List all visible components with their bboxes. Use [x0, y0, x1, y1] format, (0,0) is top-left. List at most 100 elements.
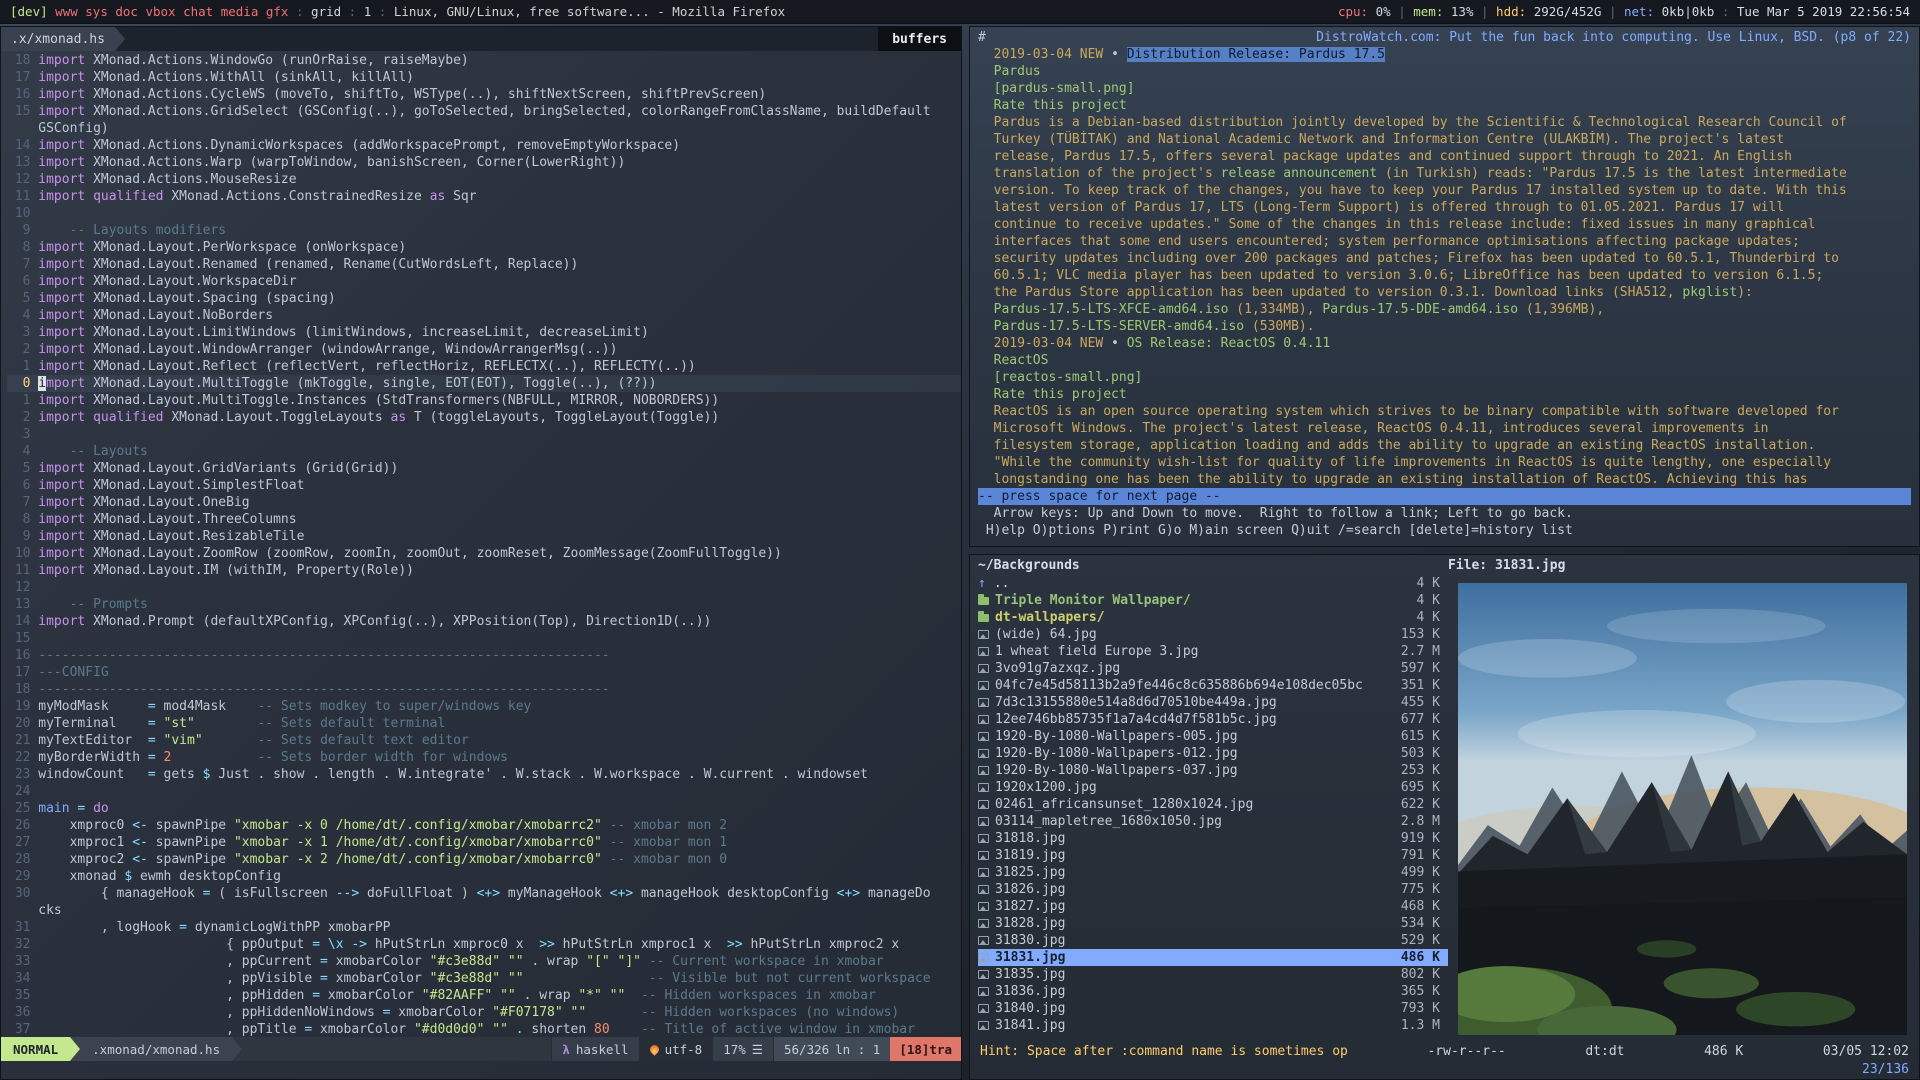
file-row[interactable]: 3vo91g7azxqz.jpg597 K: [978, 660, 1448, 677]
w-token: XMonad.Layout.SimplestFloat: [85, 478, 304, 493]
link[interactable]: Rate this project: [978, 98, 1127, 113]
link[interactable]: pkglist: [1682, 285, 1737, 300]
spacer: [994, 29, 1317, 46]
file-row[interactable]: 31818.jpg919 K: [978, 830, 1448, 847]
c-token: -- Title of active window in xmobar: [641, 1022, 915, 1037]
file-row[interactable]: 1920x1200.jpg695 K: [978, 779, 1448, 796]
file-row[interactable]: 31830.jpg529 K: [978, 932, 1448, 949]
w-token: XMonad.Actions.ConstrainedResize: [164, 189, 430, 204]
file-row[interactable]: 31819.jpg791 K: [978, 847, 1448, 864]
file-row[interactable]: 31825.jpg499 K: [978, 864, 1448, 881]
hl-token: Arrow keys: Up and Down to move. Right t…: [978, 506, 1573, 521]
link[interactable]: Pardus-17.5-DDE-amd64.iso: [1322, 302, 1518, 317]
o-token: =: [148, 733, 156, 748]
w-token: [492, 988, 500, 1003]
y-token: (in Turkish) reads: "Pardus 17.5 is the …: [1377, 166, 1847, 181]
file-row[interactable]: 1920-By-1080-Wallpapers-037.jpg253 K: [978, 762, 1448, 779]
line-number: 13: [7, 154, 30, 171]
image-icon: [978, 1004, 989, 1013]
file-row[interactable]: 7d3c13155880e514a8d6d70510be449a.jpg455 …: [978, 694, 1448, 711]
w-token: show: [265, 767, 312, 782]
file-row[interactable]: 1 wheat field Europe 3.jpg2.7 M: [978, 643, 1448, 660]
file-row[interactable]: 31840.jpg793 K: [978, 1000, 1448, 1017]
file-row[interactable]: 31828.jpg534 K: [978, 915, 1448, 932]
c-token: -- Prompts: [38, 597, 148, 612]
text-line: continue to receive updates." Some of th…: [978, 216, 1911, 233]
o-token: =: [148, 767, 156, 782]
code-line: 28 xmproc2 <- spawnPipe "xmobar -x 2 /ho…: [7, 851, 961, 868]
tiled-windows: .x/xmonad.hs buffers 18import XMonad.Act…: [0, 26, 1920, 1080]
w-token: XMonad.Layout.Spacing (spacing): [85, 291, 335, 306]
link[interactable]: Pardus: [978, 64, 1041, 79]
file-row[interactable]: 12ee746bb85735f1a7a4cd4d7f581b5c.jpg677 …: [978, 711, 1448, 728]
file-row[interactable]: 04fc7e45d58113b2a9fe446c8c635886b694e108…: [978, 677, 1448, 694]
file-row[interactable]: 31835.jpg802 K: [978, 966, 1448, 983]
link[interactable]: OS Release: ReactOS 0.4.11: [1127, 336, 1331, 351]
link[interactable]: Rate this project: [978, 387, 1127, 402]
link[interactable]: Pardus-17.5-LTS-SERVER-amd64.iso: [978, 319, 1244, 334]
vim-commandline: [1, 1061, 961, 1079]
xmobar-workspaces-and-title[interactable]: [dev] www sys doc vbox chat media gfx : …: [10, 3, 785, 20]
file-row[interactable]: 31827.jpg468 K: [978, 898, 1448, 915]
w-token: XMonad.Layout.NoBorders: [85, 308, 273, 323]
file-size: 4 K: [1417, 609, 1440, 626]
image-icon: [978, 647, 989, 656]
filemanager-window[interactable]: ~/Backgrounds File: 31831.jpg ↑..4 KTrip…: [969, 554, 1920, 1080]
y-token: ):: [1737, 285, 1753, 300]
w-token: dynamicLogWithPP xmobarPP: [187, 920, 391, 935]
c-token: -- Visible but not current workspace: [649, 971, 931, 986]
editor-window[interactable]: .x/xmonad.hs buffers 18import XMonad.Act…: [0, 26, 962, 1080]
file-name: ..: [994, 575, 1417, 592]
text-line: filesystem storage, application loading …: [978, 437, 1911, 454]
file-list[interactable]: ↑..4 KTriple Monitor Wallpaper/4 Kdt-wal…: [970, 575, 1448, 1041]
file-row[interactable]: Triple Monitor Wallpaper/4 K: [978, 592, 1448, 609]
file-row[interactable]: 31836.jpg365 K: [978, 983, 1448, 1000]
file-size: 529 K: [1401, 932, 1440, 949]
line-number: 15: [7, 103, 30, 120]
s-token: "": [610, 988, 626, 1003]
file-row[interactable]: 31831.jpg486 K: [978, 949, 1448, 966]
link[interactable]: [reactos-small.png]: [978, 370, 1142, 385]
link[interactable]: release announcement: [1221, 166, 1378, 181]
k-token: import: [38, 359, 85, 374]
file-size: 499 K: [1401, 864, 1440, 881]
file-name: dt-wallpapers/: [995, 609, 1417, 626]
w-token: manageHook desktopConfig: [633, 886, 837, 901]
y-token: Microsoft Windows. The project's latest …: [978, 421, 1769, 436]
w-token: xmonad: [38, 869, 124, 884]
file-size: 695 K: [1401, 779, 1440, 796]
browser-window[interactable]: # DistroWatch.com: Put the fun back into…: [969, 26, 1920, 547]
text-line: 60.5.1; VLC media player has been update…: [978, 267, 1911, 284]
lines-icon: ☰: [752, 1041, 763, 1058]
file-row[interactable]: (wide) 64.jpg153 K: [978, 626, 1448, 643]
file-row[interactable]: 03114_mapletree_1680x1050.jpg2.8 M: [978, 813, 1448, 830]
file-row[interactable]: 02461_africansunset_1280x1024.jpg622 K: [978, 796, 1448, 813]
text-line: Pardus is a Debian-based distribution jo…: [978, 114, 1911, 131]
file-row[interactable]: ↑..4 K: [978, 575, 1448, 592]
file-name: 31830.jpg: [995, 932, 1401, 949]
selected-link[interactable]: Distribution Release: Pardus 17.5: [1127, 47, 1385, 62]
file-row[interactable]: 1920-By-1080-Wallpapers-012.jpg503 K: [978, 745, 1448, 762]
file-row[interactable]: 1920-By-1080-Wallpapers-005.jpg615 K: [978, 728, 1448, 745]
code-line: 13 -- Prompts: [7, 596, 961, 613]
line-number: 1: [7, 392, 30, 409]
file-size: 351 K: [1401, 677, 1440, 694]
vim-tab[interactable]: .x/xmonad.hs: [1, 27, 115, 51]
link[interactable]: Pardus-17.5-LTS-XFCE-amd64.iso: [978, 302, 1228, 317]
image-preview-panel: [1448, 575, 1919, 1041]
link[interactable]: ReactOS: [978, 353, 1048, 368]
line-number: 12: [7, 171, 30, 188]
text-line: the Pardus Store application has been up…: [978, 284, 1911, 301]
file-row[interactable]: 31826.jpg775 K: [978, 881, 1448, 898]
file-row[interactable]: 31841.jpg1.3 M: [978, 1017, 1448, 1034]
k-token: import qualified: [38, 189, 163, 204]
file-row[interactable]: dt-wallpapers/4 K: [978, 609, 1448, 626]
text-line: Pardus-17.5-LTS-XFCE-amd64.iso (1,334MB)…: [978, 301, 1911, 318]
y-token: 60.5.1; VLC media player has been update…: [978, 268, 1823, 283]
w-token: XMonad.Layout.ResizableTile: [85, 529, 304, 544]
o-token: =: [148, 699, 156, 714]
code-area[interactable]: 18import XMonad.Actions.WindowGo (runOrR…: [1, 51, 961, 1037]
code-line: 3import XMonad.Layout.LimitWindows (limi…: [7, 324, 961, 341]
line-number: 33: [7, 953, 30, 970]
link[interactable]: [pardus-small.png]: [978, 81, 1135, 96]
